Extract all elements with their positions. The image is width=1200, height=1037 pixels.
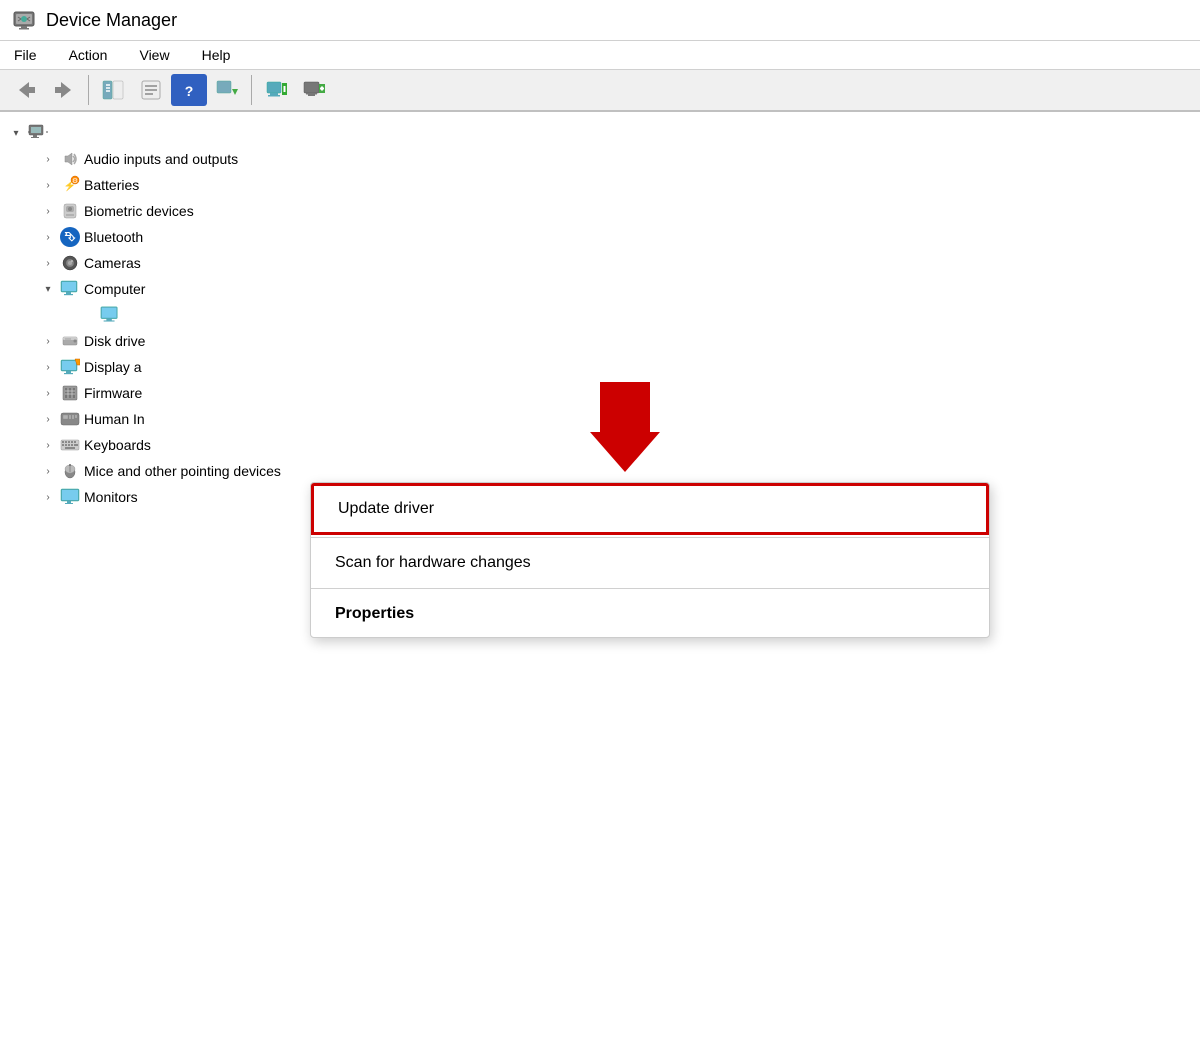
- update-driver-icon: [216, 79, 238, 101]
- menu-bar: File Action View Help: [0, 41, 1200, 70]
- disk-label: Disk drive: [84, 333, 145, 349]
- monitors-expand-icon[interactable]: ›: [40, 489, 56, 505]
- audio-expand-icon[interactable]: ›: [40, 151, 56, 167]
- cameras-expand-icon[interactable]: ›: [40, 255, 56, 271]
- forward-icon: [53, 79, 75, 101]
- context-menu-scan-hardware[interactable]: Scan for hardware changes: [311, 540, 989, 586]
- mice-label: Mice and other pointing devices: [84, 463, 281, 479]
- display-icon: [60, 357, 80, 377]
- mice-icon: [60, 461, 80, 481]
- tree-item-bluetooth[interactable]: › ⮷ Bluetooth: [0, 224, 1200, 250]
- disk-expand-icon[interactable]: ›: [40, 333, 56, 349]
- keyboards-label: Keyboards: [84, 437, 151, 453]
- cameras-icon: [60, 253, 80, 273]
- audio-icon: [60, 149, 80, 169]
- audio-label: Audio inputs and outputs: [84, 151, 238, 167]
- monitors-icon: [60, 487, 80, 507]
- tree-root[interactable]: ▾: [0, 120, 1200, 146]
- keyboards-expand-icon[interactable]: ›: [40, 437, 56, 453]
- human-icon: [60, 409, 80, 429]
- tree-item-audio[interactable]: › Audio inputs and outputs: [0, 146, 1200, 172]
- red-arrow: [590, 382, 660, 475]
- update-driver-toolbar-button[interactable]: [209, 74, 245, 106]
- menu-action[interactable]: Action: [63, 45, 114, 65]
- firmware-icon: [60, 383, 80, 403]
- bluetooth-label: Bluetooth: [84, 229, 143, 245]
- help-button[interactable]: ?: [171, 74, 207, 106]
- add-device-icon: [303, 79, 325, 101]
- title-bar: Device Manager: [0, 0, 1200, 41]
- root-expand-icon[interactable]: ▾: [8, 125, 24, 141]
- batteries-expand-icon[interactable]: ›: [40, 177, 56, 193]
- mice-expand-icon[interactable]: ›: [40, 463, 56, 479]
- window-title: Device Manager: [46, 10, 177, 31]
- main-area: ▾ › Audio: [0, 112, 1200, 1029]
- context-menu: Update driver Scan for hardware changes …: [310, 482, 990, 638]
- biometric-expand-icon[interactable]: ›: [40, 203, 56, 219]
- toolbar-separator-2: [251, 75, 252, 105]
- menu-file[interactable]: File: [8, 45, 43, 65]
- batteries-icon: ⚡ ⚙: [60, 175, 80, 195]
- help-icon: ?: [178, 79, 200, 101]
- toolbar: ?: [0, 70, 1200, 112]
- tree-item-disk[interactable]: › Disk drive: [0, 328, 1200, 354]
- properties-button[interactable]: [133, 74, 169, 106]
- keyboards-icon: [60, 435, 80, 455]
- display-label: Display a: [84, 359, 142, 375]
- biometric-label: Biometric devices: [84, 203, 194, 219]
- properties-icon: [140, 79, 162, 101]
- toolbar-separator-1: [88, 75, 89, 105]
- back-button[interactable]: [8, 74, 44, 106]
- show-hide-button[interactable]: [95, 74, 131, 106]
- computer-expand-icon[interactable]: ▾: [40, 281, 56, 297]
- monitors-label: Monitors: [84, 489, 138, 505]
- add-device-button[interactable]: [296, 74, 332, 106]
- tree-item-computer[interactable]: ▾ Computer: [0, 276, 1200, 302]
- app-icon: [12, 8, 36, 32]
- forward-button[interactable]: [46, 74, 82, 106]
- display-expand-icon[interactable]: ›: [40, 359, 56, 375]
- tree-item-display[interactable]: › Display a: [0, 354, 1200, 380]
- computer-child-expand: [80, 307, 96, 323]
- context-menu-properties[interactable]: Properties: [311, 591, 989, 637]
- context-menu-update-driver[interactable]: Update driver: [311, 483, 989, 535]
- computer-label: Computer: [84, 281, 145, 297]
- menu-help[interactable]: Help: [196, 45, 237, 65]
- svg-text:?: ?: [185, 83, 194, 99]
- tree-item-batteries[interactable]: › ⚡ ⚙ Batteries: [0, 172, 1200, 198]
- biometric-icon: [60, 201, 80, 221]
- firmware-expand-icon[interactable]: ›: [40, 385, 56, 401]
- disk-icon: [60, 331, 80, 351]
- human-expand-icon[interactable]: ›: [40, 411, 56, 427]
- bluetooth-expand-icon[interactable]: ›: [40, 229, 56, 245]
- scan-icon: [265, 79, 287, 101]
- context-menu-separator-2: [311, 588, 989, 589]
- svg-text:⚙: ⚙: [72, 177, 78, 185]
- computer-icon: [60, 279, 80, 299]
- menu-view[interactable]: View: [133, 45, 175, 65]
- firmware-label: Firmware: [84, 385, 142, 401]
- root-computer-icon: [28, 123, 48, 143]
- tree-item-computer-child[interactable]: [0, 302, 1200, 328]
- tree-item-cameras[interactable]: › Cameras: [0, 250, 1200, 276]
- tree-item-biometric[interactable]: › Biometric devices: [0, 198, 1200, 224]
- human-label: Human In: [84, 411, 145, 427]
- cameras-label: Cameras: [84, 255, 141, 271]
- bluetooth-icon: ⮷: [60, 227, 80, 247]
- scan-hardware-button[interactable]: [258, 74, 294, 106]
- context-menu-separator-1: [311, 537, 989, 538]
- back-icon: [15, 79, 37, 101]
- computer-child-icon: [100, 305, 120, 325]
- batteries-label: Batteries: [84, 177, 139, 193]
- show-hide-icon: [102, 79, 124, 101]
